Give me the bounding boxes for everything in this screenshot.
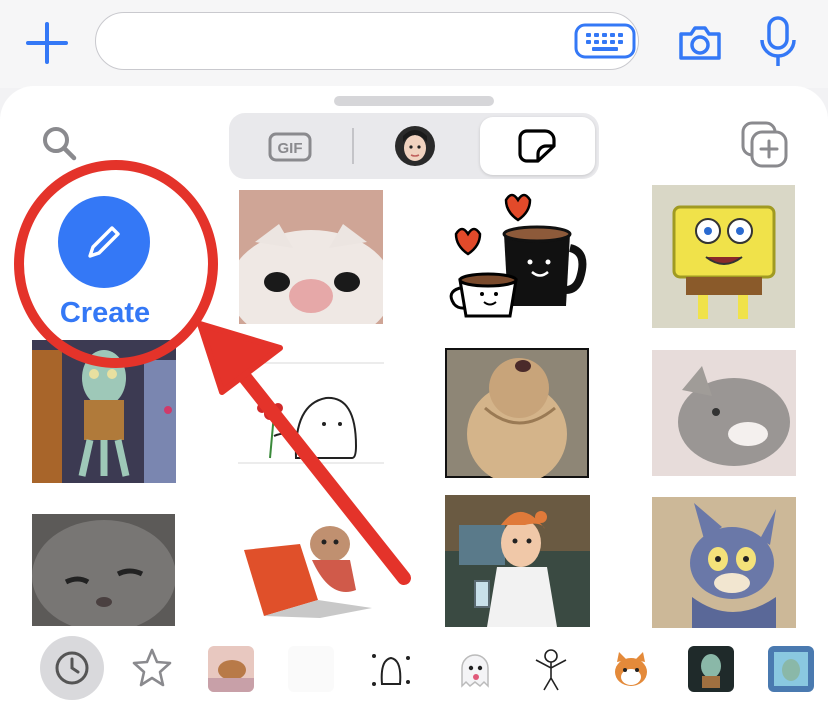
shiba-thumb[interactable]	[608, 646, 654, 692]
add-sticker-icon[interactable]	[740, 121, 790, 169]
mic-icon[interactable]	[756, 14, 800, 70]
fluffy-cat-sticker[interactable]	[445, 348, 589, 478]
tom-cat-sticker[interactable]	[652, 497, 796, 628]
clock-icon[interactable]	[40, 636, 104, 700]
plus-icon[interactable]	[22, 18, 72, 68]
grey-cat-sticker[interactable]	[32, 514, 175, 626]
squidward-window-thumb[interactable]	[768, 646, 814, 692]
bread-flower-sticker[interactable]	[238, 362, 384, 464]
sticker-icon	[518, 129, 556, 163]
cartoon-woman-sticker[interactable]	[445, 495, 590, 627]
blurry-cat-sticker[interactable]	[652, 350, 796, 476]
stick-figure-thumb[interactable]	[528, 646, 574, 692]
sparkle-cat-thumb[interactable]	[368, 646, 414, 692]
gif-icon[interactable]: GIF	[268, 132, 312, 162]
squidward-dark-thumb[interactable]	[688, 646, 734, 692]
cat-closeup-sticker[interactable]	[239, 190, 383, 324]
memoji-icon[interactable]	[394, 124, 436, 168]
coffee-mugs-sticker[interactable]	[440, 186, 590, 326]
ghost-emoji-thumb[interactable]	[452, 646, 498, 692]
sticker-tab[interactable]	[480, 117, 595, 175]
cat-bed-thumb[interactable]	[208, 646, 254, 692]
keyboard-icon[interactable]	[574, 23, 636, 59]
segment-divider	[352, 128, 354, 164]
svg-text:GIF: GIF	[278, 140, 303, 157]
camera-icon[interactable]	[675, 18, 725, 68]
sheet-grabber[interactable]	[334, 96, 494, 106]
message-input[interactable]	[95, 12, 639, 70]
spongebob-sticker[interactable]	[652, 185, 795, 328]
blank-thumb[interactable]	[288, 646, 334, 692]
annotation-circle	[14, 160, 218, 368]
star-icon[interactable]	[130, 646, 174, 690]
cat-laptop-sticker[interactable]	[240, 520, 376, 620]
search-icon[interactable]	[38, 122, 82, 166]
